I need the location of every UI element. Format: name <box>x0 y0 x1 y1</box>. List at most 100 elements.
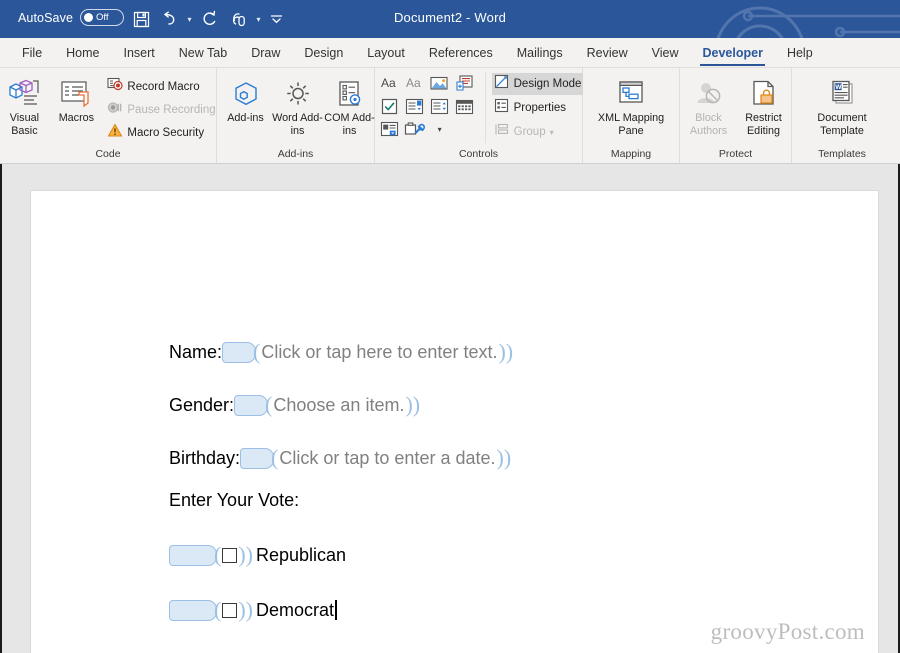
xml-mapping-pane-icon <box>615 75 647 109</box>
tab-design[interactable]: Design <box>292 39 355 67</box>
content-control-close-bracket-outer-icon: ) <box>245 597 253 622</box>
content-control-tag[interactable] <box>234 394 269 416</box>
plain-text-content-control-icon[interactable]: Aa <box>403 72 427 94</box>
visual-basic-button[interactable]: Visual Basic <box>0 72 50 137</box>
block-authors-label: Block Authors <box>689 112 728 137</box>
add-ins-label: Add-ins <box>227 112 264 124</box>
com-add-ins-label: COM Add-ins <box>324 112 375 137</box>
word-application-window: AutoSave Off ▾ ▾ Document2 - Word File H… <box>0 0 900 653</box>
properties-button[interactable]: Properties <box>492 97 584 119</box>
block-authors-icon <box>693 75 725 109</box>
design-mode-button[interactable]: Design Mode <box>491 73 584 95</box>
restrict-editing-button[interactable]: Restrict Editing <box>737 72 791 137</box>
document-template-label: Document Template <box>817 112 867 137</box>
date-picker-content-control-icon[interactable] <box>453 95 477 117</box>
svg-text:Aa: Aa <box>381 76 396 90</box>
repeating-section-content-control-icon[interactable] <box>378 118 402 140</box>
vote-heading: Enter Your Vote: <box>169 491 299 509</box>
checkbox-label-republican: Republican <box>255 545 347 565</box>
field-label-name: Name: <box>169 342 223 362</box>
ribbon-group-mapping: XML Mapping Pane Mapping <box>583 68 680 163</box>
picture-content-control-icon[interactable] <box>428 72 452 94</box>
content-control-gender[interactable]: ( Choose an item. ) ) <box>234 394 420 416</box>
word-add-ins-button[interactable]: Word Add-ins <box>272 72 324 137</box>
word-add-ins-icon <box>281 75 315 109</box>
tab-help[interactable]: Help <box>775 39 825 67</box>
content-control-close-bracket-icon: ) <box>405 392 413 417</box>
checkbox-content-control-republican[interactable]: ( ) ) <box>169 544 253 566</box>
content-control-placeholder-gender[interactable]: Choose an item. <box>272 396 405 414</box>
form-line-name: Name: ( Click or tap here to enter text.… <box>169 341 513 363</box>
svg-text:Aa: Aa <box>406 76 421 90</box>
legacy-tools-icon[interactable] <box>403 118 427 140</box>
tab-draw[interactable]: Draw <box>239 39 292 67</box>
tab-view[interactable]: View <box>640 39 691 67</box>
tab-file[interactable]: File <box>10 39 54 67</box>
document-page[interactable]: Name: ( Click or tap here to enter text.… <box>30 190 879 653</box>
content-control-close-bracket-outer-icon: ) <box>505 339 514 364</box>
add-ins-button[interactable]: Add-ins <box>220 72 272 125</box>
ribbon-group-label-templates: Templates <box>818 148 866 160</box>
check-box-content-control-icon[interactable] <box>378 95 402 117</box>
content-control-name[interactable]: ( Click or tap here to enter text. ) ) <box>222 341 513 363</box>
form-line-gender: Gender: ( Choose an item. ) ) <box>169 394 420 416</box>
ribbon-group-templates: W Document Template Templates <box>792 68 892 163</box>
word-add-ins-label: Word Add-ins <box>272 112 323 137</box>
block-authors-button: Block Authors <box>681 72 737 137</box>
tab-home[interactable]: Home <box>54 39 111 67</box>
pause-recording-icon <box>107 100 123 120</box>
com-add-ins-button[interactable]: COM Add-ins <box>324 72 376 137</box>
checkbox-content-control-democrat[interactable]: ( ) ) <box>169 599 253 621</box>
content-control-birthday[interactable]: ( Click or tap to enter a date. ) ) <box>240 447 511 469</box>
content-control-open-bracket-icon: ( <box>271 445 279 470</box>
content-control-close-bracket-icon: ) <box>496 445 504 470</box>
content-control-tag[interactable] <box>169 599 217 621</box>
ribbon-group-controls: Aa Aa ▾ Design Mode Properties Group ▾ C… <box>375 68 584 163</box>
add-ins-icon <box>229 75 263 109</box>
content-control-open-bracket-icon: ( <box>265 392 273 417</box>
content-control-close-bracket-outer-icon: ) <box>503 445 512 470</box>
visual-basic-label: Visual Basic <box>9 112 39 137</box>
tab-insert[interactable]: Insert <box>112 39 167 67</box>
ribbon-group-label-code: Code <box>95 148 121 160</box>
building-block-gallery-content-control-icon[interactable] <box>453 72 477 94</box>
drop-down-list-content-control-icon[interactable] <box>428 95 452 117</box>
combo-box-content-control-icon[interactable] <box>403 95 427 117</box>
com-add-ins-icon <box>333 75 367 109</box>
tab-new-tab[interactable]: New Tab <box>167 39 239 67</box>
design-mode-label: Design Mode <box>513 78 582 90</box>
checkbox-republican[interactable] <box>222 547 238 563</box>
content-control-tag[interactable] <box>222 341 257 363</box>
document-canvas: Name: ( Click or tap here to enter text.… <box>0 164 900 653</box>
content-control-tag[interactable] <box>169 544 217 566</box>
content-control-placeholder-birthday[interactable]: Click or tap to enter a date. <box>278 449 496 467</box>
checkbox-line-democrat: ( ) ) Democrat <box>169 599 337 621</box>
title-bar: AutoSave Off ▾ ▾ Document2 - Word <box>0 0 900 38</box>
group-button: Group ▾ <box>492 121 584 143</box>
record-macro-label: Record Macro <box>127 81 200 93</box>
document-template-button[interactable]: W Document Template <box>797 72 887 137</box>
ribbon-group-label-protect: Protect <box>718 148 753 160</box>
content-control-placeholder-name[interactable]: Click or tap here to enter text. <box>260 343 498 361</box>
macros-button[interactable]: Macros <box>50 72 102 125</box>
macro-security-button[interactable]: Macro Security <box>105 122 217 144</box>
tab-layout[interactable]: Layout <box>355 39 417 67</box>
macros-label: Macros <box>58 112 95 124</box>
tab-references[interactable]: References <box>417 39 505 67</box>
visual-basic-icon <box>7 75 41 109</box>
legacy-tools-dropdown-chevron-icon[interactable]: ▾ <box>428 118 452 140</box>
properties-icon <box>494 98 510 118</box>
content-control-close-bracket-icon: ) <box>498 339 506 364</box>
tab-mailings[interactable]: Mailings <box>505 39 575 67</box>
group-label: Group <box>513 126 546 138</box>
content-control-tag[interactable] <box>240 447 275 469</box>
tab-developer[interactable]: Developer <box>690 39 774 67</box>
field-label-birthday: Birthday: <box>169 448 241 468</box>
content-control-close-bracket-outer-icon: ) <box>245 542 253 567</box>
rich-text-content-control-icon[interactable]: Aa <box>378 72 402 94</box>
ribbon-group-label-mapping: Mapping <box>610 148 652 160</box>
record-macro-button[interactable]: Record Macro <box>105 76 217 98</box>
checkbox-democrat[interactable] <box>222 602 238 618</box>
xml-mapping-pane-button[interactable]: XML Mapping Pane <box>587 72 675 137</box>
tab-review[interactable]: Review <box>575 39 640 67</box>
